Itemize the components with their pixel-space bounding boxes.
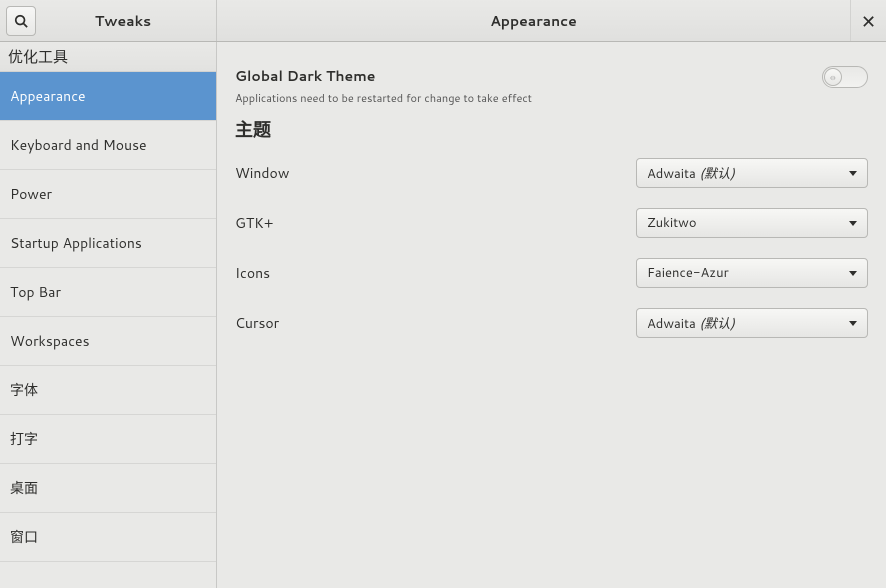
global-dark-theme-title: Global Dark Theme [235, 66, 822, 86]
global-dark-theme-row: Global Dark Theme Applications need to b… [235, 66, 868, 106]
sidebar-item-label: Power [10, 184, 52, 204]
dropdown-value-text: Adwaita [647, 315, 699, 333]
themes-heading: 主题 [235, 116, 868, 142]
dropdown-value: Zukitwo [647, 214, 849, 232]
setting-row-cursor: Cursor Adwaita (默认) [235, 308, 868, 338]
toggle-knob-icon: ⦵ [824, 68, 842, 86]
setting-label: Window [235, 163, 636, 183]
sidebar-item-workspaces[interactable]: Workspaces [0, 317, 216, 366]
sidebar-item-label: 窗口 [10, 527, 38, 547]
app-title: Tweaks [36, 11, 210, 31]
search-button[interactable] [6, 6, 36, 36]
content-panel: Global Dark Theme Applications need to b… [217, 42, 886, 588]
global-dark-theme-texts: Global Dark Theme Applications need to b… [235, 66, 822, 106]
dropdown-window[interactable]: Adwaita (默认) [636, 158, 868, 188]
sidebar-item-桌面[interactable]: 桌面 [0, 464, 216, 513]
setting-label: Icons [235, 263, 636, 283]
header-right: Appearance ✕ [217, 0, 886, 41]
sidebar-item-label: Workspaces [10, 331, 90, 351]
sidebar: 优化工具 Appearance Keyboard and Mouse Power St… [0, 42, 217, 588]
chevron-down-icon [849, 221, 857, 226]
setting-row-gtk-: GTK+ Zukitwo [235, 208, 868, 238]
sidebar-item-startup-applications[interactable]: Startup Applications [0, 219, 216, 268]
dropdown-gtk-[interactable]: Zukitwo [636, 208, 868, 238]
sidebar-header: 优化工具 [0, 42, 216, 72]
dropdown-value: Adwaita (默认) [647, 313, 849, 333]
sidebar-item-top-bar[interactable]: Top Bar [0, 268, 216, 317]
setting-label: Cursor [235, 313, 636, 333]
search-icon [14, 14, 28, 28]
dropdown-default-suffix: (默认) [699, 315, 734, 333]
chevron-down-icon [849, 271, 857, 276]
dropdown-cursor[interactable]: Adwaita (默认) [636, 308, 868, 338]
sidebar-item-label: Keyboard and Mouse [10, 135, 147, 155]
sidebar-item-power[interactable]: Power [0, 170, 216, 219]
sidebar-item-打字[interactable]: 打字 [0, 415, 216, 464]
sidebar-item-label: 打字 [10, 429, 38, 449]
global-dark-theme-sub: Applications need to be restarted for ch… [235, 90, 822, 106]
chevron-down-icon [849, 171, 857, 176]
sidebar-item-字体[interactable]: 字体 [0, 366, 216, 415]
dropdown-value: Faience-Azur [647, 264, 849, 282]
sidebar-item-keyboard-and-mouse[interactable]: Keyboard and Mouse [0, 121, 216, 170]
setting-row-window: Window Adwaita (默认) [235, 158, 868, 188]
dropdown-default-suffix: (默认) [699, 165, 734, 183]
header-left: Tweaks [0, 0, 217, 41]
dropdown-value: Adwaita (默认) [647, 163, 849, 183]
header-bar: Tweaks Appearance ✕ [0, 0, 886, 42]
sidebar-item-label: 桌面 [10, 478, 38, 498]
close-button[interactable]: ✕ [850, 0, 886, 41]
sidebar-item-label: 字体 [10, 380, 38, 400]
panel-title: Appearance [217, 11, 850, 31]
dropdown-icons[interactable]: Faience-Azur [636, 258, 868, 288]
chevron-down-icon [849, 321, 857, 326]
body: 优化工具 Appearance Keyboard and Mouse Power St… [0, 42, 886, 588]
sidebar-item-窗口[interactable]: 窗口 [0, 513, 216, 562]
dropdown-value-text: Adwaita [647, 165, 699, 183]
setting-label: GTK+ [235, 213, 636, 233]
sidebar-item-appearance[interactable]: Appearance [0, 72, 216, 121]
setting-row-icons: Icons Faience-Azur [235, 258, 868, 288]
sidebar-item-label: Startup Applications [10, 233, 142, 253]
close-icon: ✕ [861, 8, 876, 34]
sidebar-item-label: Appearance [10, 86, 86, 106]
sidebar-item-label: Top Bar [10, 282, 61, 302]
global-dark-theme-toggle[interactable]: ⦵ [822, 66, 868, 88]
